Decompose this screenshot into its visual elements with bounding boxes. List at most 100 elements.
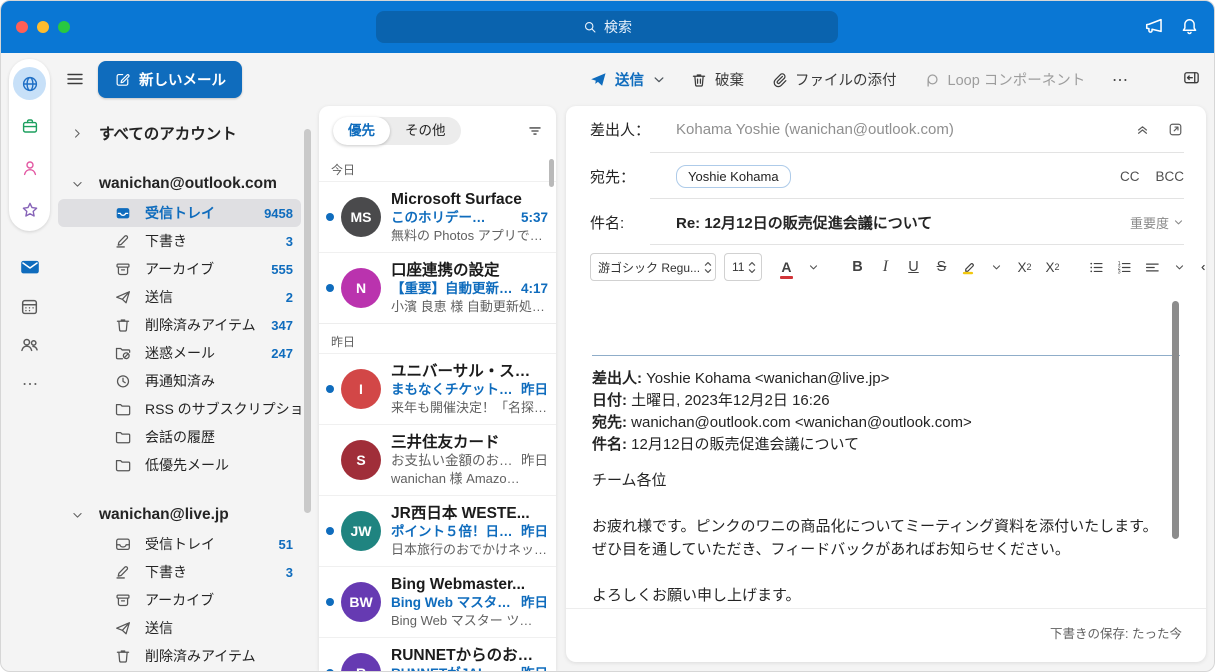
folder-item-受信トレイ[interactable]: 受信トレイ 9458 bbox=[58, 199, 301, 227]
folder-label: 低優先メール bbox=[145, 457, 229, 473]
folder-item-迷惑メール[interactable]: 迷惑メール 247 bbox=[58, 339, 301, 367]
folder-item-削除済みアイテム[interactable]: 削除済みアイテム bbox=[58, 642, 301, 670]
rail-account-globe-icon[interactable] bbox=[13, 67, 46, 100]
formatting-toolbar: 游ゴシック Regu... 11 A B I U S X2 X2 123 bbox=[566, 245, 1206, 289]
collapse-headers-icon[interactable] bbox=[1134, 121, 1151, 138]
message-list-scrollbar[interactable] bbox=[549, 159, 554, 187]
all-accounts-header[interactable]: すべてのアカウント bbox=[58, 118, 311, 148]
folder-unread-count: 555 bbox=[271, 261, 293, 277]
message-list-item[interactable]: BW Bing Webmaster... Bing Web マスタ… 昨日 Bing W… bbox=[319, 566, 556, 637]
compose-icon bbox=[114, 71, 131, 88]
folder-label: 下書き bbox=[145, 233, 187, 249]
rail-module-people-icon[interactable] bbox=[13, 328, 46, 361]
rail-account-briefcase-icon[interactable] bbox=[13, 109, 46, 142]
message-list-item[interactable]: S 三井住友カード お支払い金額のお… 昨日 wanichan 様 Amazo… bbox=[319, 424, 556, 495]
font-size-select[interactable]: 11 bbox=[724, 253, 763, 281]
discard-label: 破棄 bbox=[715, 73, 744, 89]
outdent-icon[interactable] bbox=[1196, 254, 1206, 280]
folder-item-再通知済み[interactable]: 再通知済み bbox=[58, 367, 301, 395]
folder-item-削除済みアイテム[interactable]: 削除済みアイテム 347 bbox=[58, 311, 301, 339]
close-window-button[interactable] bbox=[16, 21, 28, 33]
bullet-list-icon[interactable] bbox=[1085, 254, 1107, 280]
cc-button[interactable]: CC bbox=[1120, 169, 1140, 184]
folder-item-RSS のサブスクリプション[interactable]: RSS のサブスクリプション bbox=[58, 395, 301, 423]
sidebar-scrollbar[interactable] bbox=[304, 129, 311, 513]
message-list-pane: 優先 その他 今日 MS Microsoft Surface このホリデー… 5:37 無… bbox=[319, 106, 556, 671]
rail-account-person-icon[interactable] bbox=[13, 151, 46, 184]
deleted-icon bbox=[114, 647, 132, 665]
subscript-button[interactable]: X2 bbox=[1041, 254, 1063, 280]
hamburger-menu-icon[interactable] bbox=[65, 69, 85, 89]
tab-other[interactable]: その他 bbox=[390, 117, 461, 145]
rail-account-star-icon[interactable] bbox=[13, 193, 46, 226]
attach-file-button[interactable]: ファイルの添付 bbox=[770, 69, 897, 90]
send-options-chevron-icon[interactable] bbox=[652, 73, 666, 87]
bcc-button[interactable]: BCC bbox=[1155, 169, 1184, 184]
folder-label: 受信トレイ bbox=[145, 536, 215, 552]
rail-module-mail-filled-icon[interactable] bbox=[13, 250, 46, 283]
minimize-window-button[interactable] bbox=[37, 21, 49, 33]
folder-item-受信トレイ[interactable]: 受信トレイ 51 bbox=[58, 530, 301, 558]
folder-item-アーカイブ[interactable]: アーカイブ bbox=[58, 586, 301, 614]
rail-module-calendar-icon[interactable] bbox=[13, 290, 46, 323]
message-body-editor[interactable]: 差出人: Yoshie Kohama <wanichan@live.jp> 日付:… bbox=[566, 291, 1206, 608]
bell-icon[interactable] bbox=[1179, 15, 1200, 37]
drafts-icon bbox=[114, 563, 132, 581]
underline-button[interactable]: U bbox=[902, 254, 924, 280]
pop-out-icon[interactable] bbox=[1167, 121, 1184, 138]
folder-item-会話の履歴[interactable]: 会話の履歴 bbox=[58, 423, 301, 451]
unread-dot bbox=[326, 284, 334, 292]
rail-module-more-dots-icon[interactable] bbox=[13, 367, 46, 400]
bold-button[interactable]: B bbox=[846, 254, 868, 280]
folder-item-送信[interactable]: 送信 bbox=[58, 614, 301, 642]
subject-input[interactable]: Re: 12月12日の販売促進会議について bbox=[676, 212, 1130, 233]
message-list-item[interactable]: JW JR西日本 WESTE... ポイント５倍！日… 昨日 日本旅行のおでかけネッ… bbox=[319, 495, 556, 566]
folder-item-低優先メール[interactable]: 低優先メール bbox=[58, 451, 301, 479]
folder-item-下書き[interactable]: 下書き 3 bbox=[58, 558, 301, 586]
highlighter-icon[interactable] bbox=[958, 254, 980, 280]
account-header[interactable]: wanichan@live.jp bbox=[58, 500, 311, 530]
strikethrough-button[interactable]: S bbox=[930, 254, 952, 280]
align-icon[interactable] bbox=[1141, 254, 1163, 280]
account-email: wanichan@outlook.com bbox=[99, 175, 277, 192]
body-text-line: チーム各位 bbox=[592, 472, 667, 489]
message-list-item[interactable]: MS Microsoft Surface このホリデー… 5:37 無料の Photos… bbox=[319, 181, 556, 252]
font-size-value: 11 bbox=[732, 260, 745, 274]
send-button[interactable]: 送信 bbox=[589, 69, 644, 90]
message-list-item[interactable]: I ユニバーサル・ス… まもなくチケット… 昨日 来年も開催決定！「名探… bbox=[319, 353, 556, 424]
highlighter-chevron-icon[interactable] bbox=[985, 254, 1007, 280]
new-mail-button[interactable]: 新しいメール bbox=[98, 61, 242, 98]
account-header[interactable]: wanichan@outlook.com bbox=[58, 169, 311, 199]
folder-icon bbox=[114, 456, 132, 474]
recipient-chip[interactable]: Yoshie Kohama bbox=[676, 164, 791, 188]
search-input[interactable]: 検索 bbox=[376, 11, 838, 43]
folder-item-アーカイブ[interactable]: アーカイブ 555 bbox=[58, 255, 301, 283]
italic-button[interactable]: I bbox=[874, 254, 896, 280]
filter-icon[interactable] bbox=[526, 122, 544, 140]
folder-item-送信[interactable]: 送信 2 bbox=[58, 283, 301, 311]
folder-item-下書き[interactable]: 下書き 3 bbox=[58, 227, 301, 255]
zoom-window-button[interactable] bbox=[58, 21, 70, 33]
from-value[interactable]: Kohama Yoshie (wanichan@outlook.com) bbox=[676, 121, 1134, 138]
more-actions-button[interactable] bbox=[1111, 71, 1129, 89]
message-subject: ポイント５倍！日… bbox=[391, 523, 513, 539]
loop-component-button[interactable]: Loop コンポーネント bbox=[923, 69, 1085, 90]
font-family-select[interactable]: 游ゴシック Regu... bbox=[590, 253, 716, 281]
message-list-item[interactable]: N 口座連携の設定 【重要】自動更新… 4:17 小濱 良恵 様 自動更新処… bbox=[319, 252, 556, 323]
unread-dot bbox=[326, 213, 334, 221]
importance-dropdown[interactable]: 重要度 bbox=[1130, 213, 1184, 232]
tab-focused[interactable]: 優先 bbox=[333, 117, 390, 145]
message-sender: ユニバーサル・ス… bbox=[391, 362, 531, 380]
superscript-button[interactable]: X2 bbox=[1013, 254, 1035, 280]
editor-scrollbar[interactable] bbox=[1172, 301, 1179, 539]
align-chevron-icon[interactable] bbox=[1168, 254, 1190, 280]
body-text-line bbox=[592, 492, 1180, 515]
font-color-button[interactable]: A bbox=[775, 254, 797, 280]
open-side-panel-icon[interactable] bbox=[1182, 68, 1201, 87]
discard-button[interactable]: 破棄 bbox=[690, 69, 744, 90]
message-subject: Bing Web マスタ… bbox=[391, 594, 511, 610]
message-list-item[interactable]: RRUNNETからのお…RUNNETがJAL…昨日本メールは「RUNNET… bbox=[319, 637, 556, 671]
megaphone-icon[interactable] bbox=[1143, 15, 1165, 37]
font-color-chevron-icon[interactable] bbox=[802, 254, 824, 280]
numbered-list-icon[interactable]: 123 bbox=[1113, 254, 1135, 280]
